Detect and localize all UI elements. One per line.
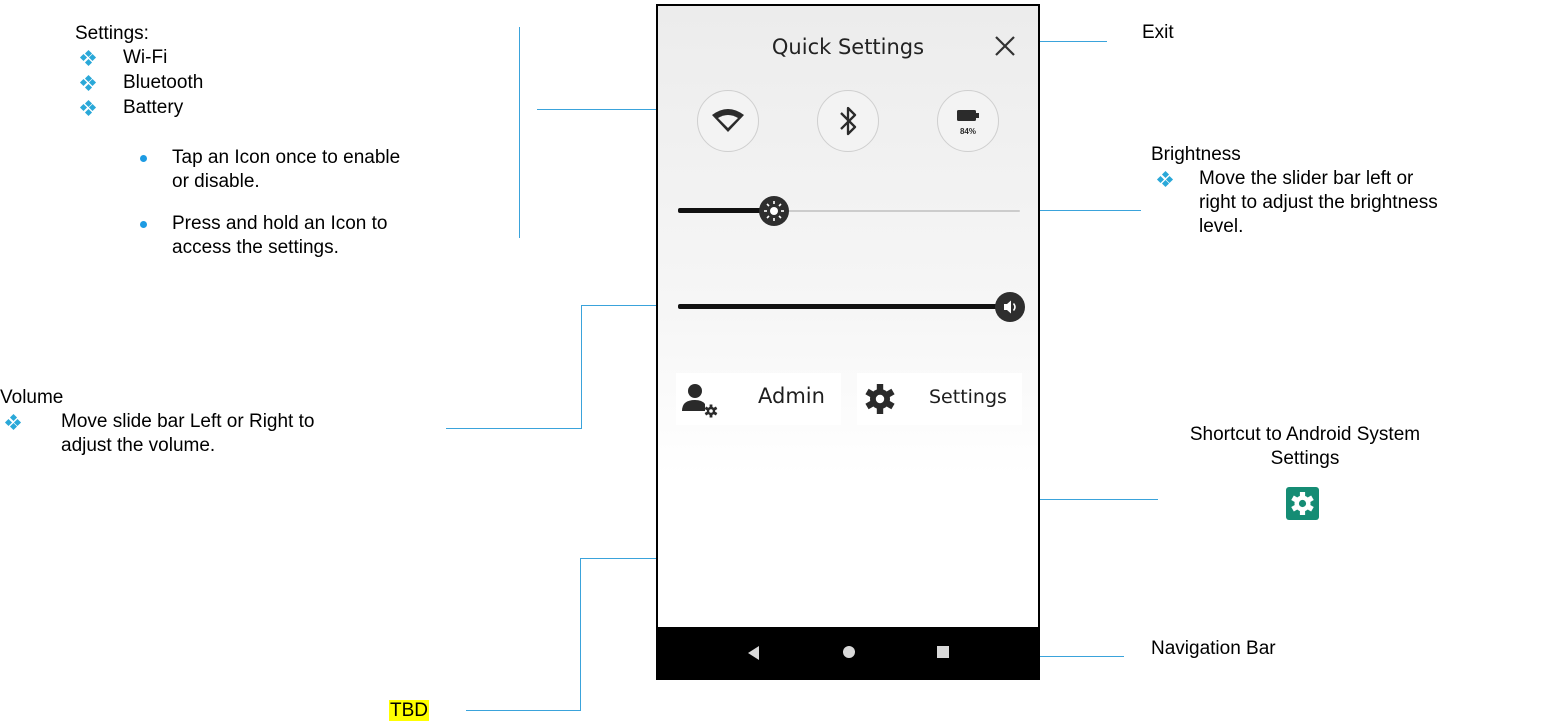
volume-fill [678,304,1010,309]
speaker-icon [1003,300,1016,314]
round-bullet-icon [140,221,147,228]
settings-button[interactable]: Settings [857,373,1022,425]
home-icon[interactable] [842,645,856,659]
exit-annotation: Exit [1142,22,1174,43]
diamond-bullet-icon [4,413,22,431]
phone-screen: Quick Settings 84% Admin Settings [656,4,1040,680]
volume-annotation: Volume Move slide bar Left or Right to a… [0,386,440,458]
settings-item-bluetooth: Bluetooth [79,71,203,95]
brightness-heading: Brightness [1151,144,1241,165]
callout-line [537,109,658,110]
bluetooth-icon [840,106,857,136]
navigation-bar-annotation: Navigation Bar [1151,638,1276,659]
admin-label: Admin [758,384,825,408]
wifi-icon [712,109,744,132]
shortcut-annotation: Shortcut to Android System Settings [1189,424,1421,469]
settings-item-battery: Battery [79,96,183,120]
volume-slider-thumb[interactable] [994,292,1025,322]
admin-button[interactable]: Admin [676,373,841,425]
settings-subitem-hold: Press and hold an Icon to access the set… [131,212,531,260]
callout-line [446,428,582,429]
recents-icon[interactable] [936,645,950,659]
diamond-bullet-icon [79,49,97,67]
diamond-bullet-icon [79,99,97,117]
volume-heading: Volume [0,387,64,408]
callout-line [1023,210,1141,211]
settings-heading: Settings: [75,23,149,44]
tbd-annotation: TBD [389,700,429,721]
diamond-bullet-icon [79,74,97,92]
brightness-slider-thumb[interactable] [758,196,789,226]
page-title: Quick Settings [771,35,925,59]
wifi-toggle-button[interactable] [697,90,759,152]
callout-line [519,27,520,238]
battery-icon: 84% [957,110,979,136]
close-icon[interactable] [991,32,1019,60]
settings-label: Settings [929,386,1007,408]
bluetooth-toggle-button[interactable] [817,90,879,152]
callout-line [580,558,581,711]
back-icon[interactable] [746,645,762,661]
gear-icon [865,384,895,414]
settings-subitem-tap: Tap an Icon once to enable or disable. [131,146,531,194]
callout-line [581,305,582,429]
battery-percent: 84% [960,127,976,136]
navigation-bar [658,627,1038,678]
android-settings-icon [1286,487,1319,520]
settings-item-wifi: Wi-Fi [79,46,167,70]
callout-line [466,710,581,711]
admin-user-icon [682,384,718,418]
sun-icon [763,201,784,221]
battery-toggle-button[interactable]: 84% [937,90,999,152]
diamond-bullet-icon [1156,170,1174,188]
callout-line [1040,656,1124,657]
round-bullet-icon [140,155,147,162]
brightness-annotation: Brightness Move the slider bar left or r… [1151,143,1541,239]
settings-annotation: Settings: [75,22,149,46]
